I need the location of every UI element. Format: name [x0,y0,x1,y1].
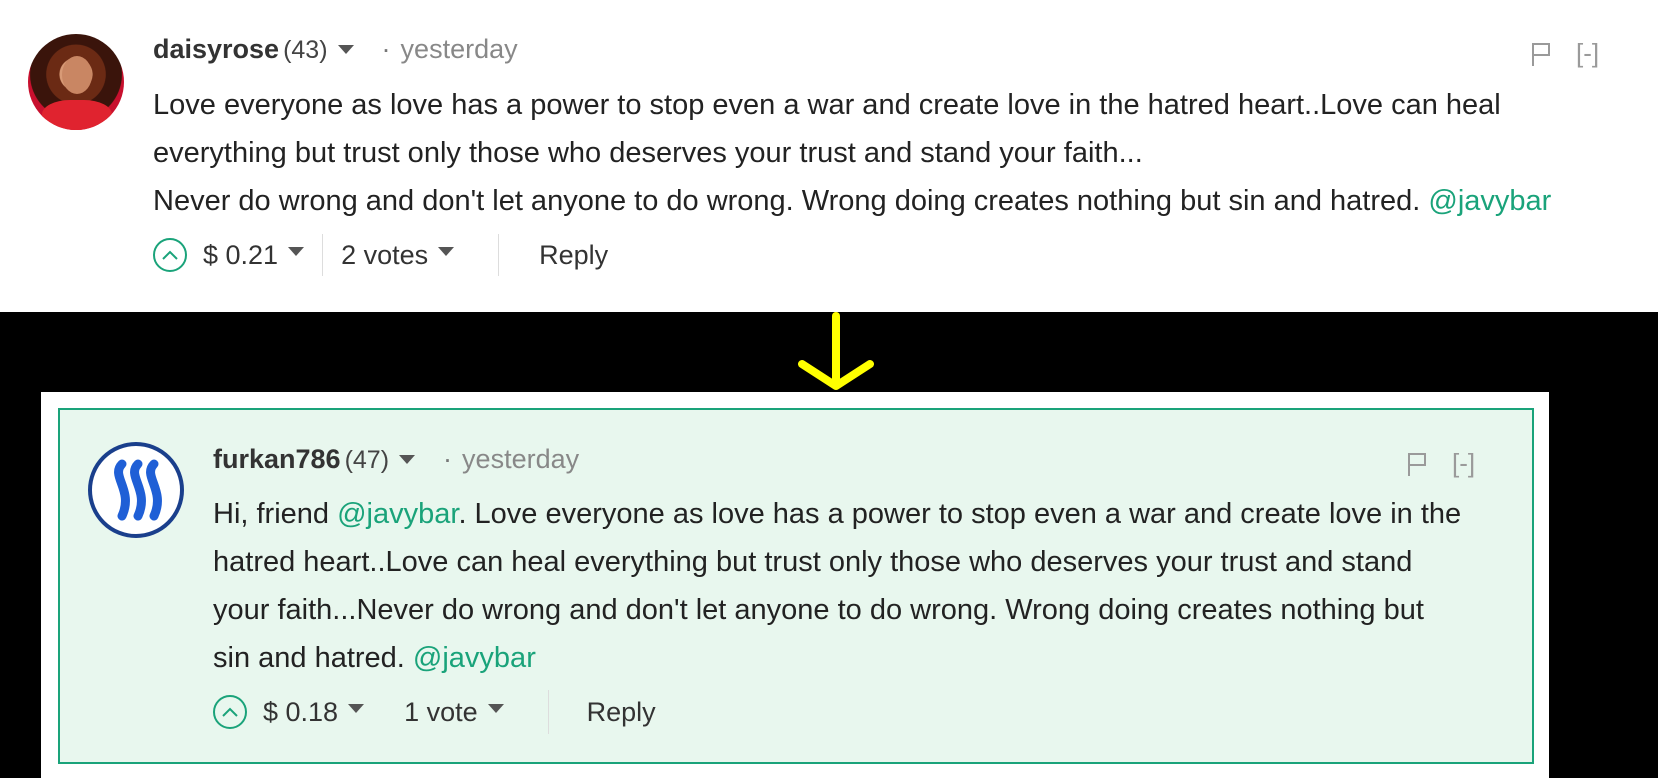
upvote-icon[interactable] [213,695,247,729]
arrow-down-icon [798,312,874,390]
author-name[interactable]: furkan786 [213,444,341,475]
collapse-button[interactable]: [-] [1452,448,1475,479]
comment-actions: $ 0.18 1 vote Reply [213,690,656,734]
payout-value[interactable]: $ 0.18 [263,697,338,728]
body-line: hatred heart..Love can heal everything b… [213,546,1413,578]
votes-count[interactable]: 2 votes [341,240,428,271]
votes-caret-icon[interactable] [438,246,455,256]
comment-body: Love everyone as love has a power to sto… [153,81,1613,225]
payout-caret-icon[interactable] [348,703,365,713]
body-line: Never do wrong and don't let anyone to d… [153,177,1613,225]
flag-icon[interactable] [1530,41,1552,67]
flag-icon[interactable] [1406,451,1428,477]
body-line: Love everyone as love has a power to sto… [153,89,1501,121]
comment-actions: $ 0.21 2 votes Reply [153,234,608,276]
timestamp[interactable]: yesterday [401,34,518,65]
mention-link[interactable]: @javybar [1428,185,1551,217]
separator-dot: · [443,444,453,474]
comment-header: daisyrose (43) · yesterday [153,34,518,65]
comment-header: furkan786 (47) · yesterday [213,444,579,475]
author-reputation: (47) [344,446,390,474]
body-line-text: Hi, friend [213,498,330,530]
upvote-icon[interactable] [153,238,187,272]
votes-count[interactable]: 1 vote [404,697,478,728]
avatar-dress [42,100,112,130]
collapse-button[interactable]: [-] [1576,38,1599,69]
mention-link[interactable]: @javybar [337,498,458,530]
author-reputation: (43) [283,36,328,64]
reply-button[interactable]: Reply [587,697,656,728]
payout-value[interactable]: $ 0.21 [203,240,278,271]
avatar[interactable] [88,442,184,538]
payout-caret-icon[interactable] [288,246,305,256]
body-line: Hi, friend @javybar. Love everyone as lo… [213,490,1513,538]
body-line-text: . Love everyone as love has a power to s… [458,498,1462,530]
body-line: everything but trust only those who dese… [153,137,1143,169]
body-line-text: Never do wrong and don't let anyone to d… [153,185,1421,217]
mention-link[interactable]: @javybar [413,642,536,674]
comment-controls: [-] [1406,448,1475,479]
divider [498,234,500,276]
author-menu-caret-icon[interactable] [337,45,354,54]
author-name[interactable]: daisyrose [153,34,279,65]
body-line: your faith...Never do wrong and don't le… [213,594,1424,626]
divider [547,690,549,734]
top-comment: daisyrose (43) · yesterday [-] Love ever… [0,0,1658,312]
comment-controls: [-] [1530,38,1599,69]
reply-button[interactable]: Reply [539,240,608,271]
divider [322,234,324,276]
avatar-face [62,56,92,94]
body-line: sin and hatred. @javybar [213,634,1513,682]
body-line-text: sin and hatred. [213,642,405,674]
steem-logo-icon [114,459,162,521]
avatar[interactable] [28,34,124,130]
timestamp[interactable]: yesterday [462,444,579,475]
comment-body: Hi, friend @javybar. Love everyone as lo… [213,490,1513,682]
author-menu-caret-icon[interactable] [399,455,416,464]
separator-dot: · [381,34,391,64]
votes-caret-icon[interactable] [487,703,504,713]
